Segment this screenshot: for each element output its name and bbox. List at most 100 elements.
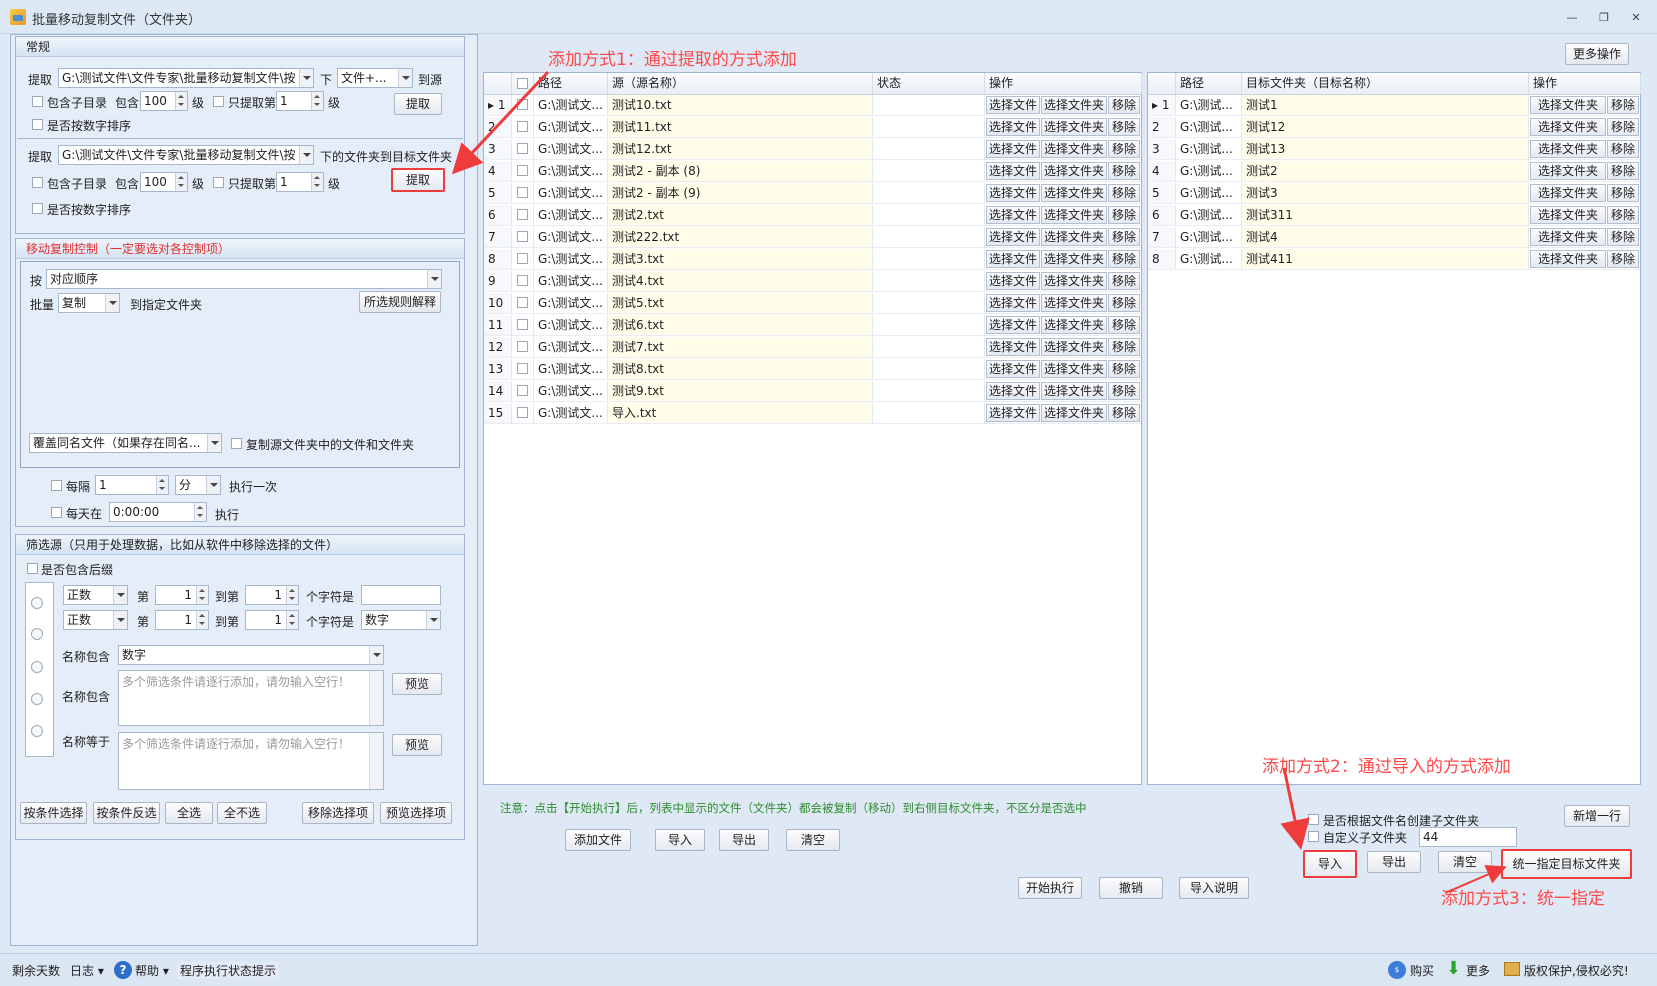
buy-icon[interactable]: $ (1388, 961, 1406, 979)
table-row[interactable]: 10 G:\测试文... 测试5.txt 选择文件 选择文件夹 移除 (484, 293, 1141, 314)
mode-combo-2[interactable]: 正数 (63, 610, 128, 630)
row-path[interactable]: G:\测试文... (534, 161, 608, 181)
select-file-button[interactable]: 选择文件 (986, 162, 1040, 180)
row-source-name[interactable]: 测试7.txt (608, 337, 873, 357)
select-file-button[interactable]: 选择文件 (986, 404, 1040, 422)
unify-target-button[interactable]: 统一指定目标文件夹 (1501, 849, 1632, 879)
select-folder-button[interactable]: 选择文件夹 (1530, 162, 1606, 180)
table-row[interactable]: 5 G:\测试文... 测试2 - 副本 (9) 选择文件 选择文件夹 移除 (484, 183, 1141, 204)
select-folder-button[interactable]: 选择文件夹 (1041, 404, 1107, 422)
row-checkbox-cell[interactable] (512, 205, 534, 225)
select-file-button[interactable]: 选择文件 (986, 206, 1040, 224)
custom-sub-checkbox[interactable] (1308, 831, 1319, 842)
include-sub-checkbox-2[interactable] (32, 177, 43, 188)
remove-row-button[interactable]: 移除 (1108, 272, 1140, 290)
select-folder-button[interactable]: 选择文件夹 (1041, 206, 1107, 224)
table-row[interactable]: 3 G:\测试文... 测试12.txt 选择文件 选择文件夹 移除 (484, 139, 1141, 160)
row-path[interactable]: G:\测试文... (534, 227, 608, 247)
overwrite-combo[interactable]: 覆盖同名文件（如果存在同名... (29, 433, 222, 453)
filter-radio-5[interactable] (31, 725, 43, 737)
remove-row-button[interactable]: 移除 (1607, 140, 1639, 158)
table-row[interactable]: ▸ 1 G:\测试文... 测试10.txt 选择文件 选择文件夹 移除 (484, 95, 1141, 116)
row-path[interactable]: G:\测试文... (534, 293, 608, 313)
header-path[interactable]: 路径 (534, 73, 608, 94)
start-spinner-2[interactable]: 1 (155, 610, 209, 630)
buy-link[interactable]: 购买 (1410, 962, 1434, 979)
more-ops-button[interactable]: 更多操作 (1565, 43, 1629, 65)
remove-row-button[interactable]: 移除 (1108, 184, 1140, 202)
remove-row-button[interactable]: 移除 (1108, 140, 1140, 158)
select-folder-button[interactable]: 选择文件夹 (1041, 338, 1107, 356)
extract-button-2[interactable]: 提取 (391, 168, 445, 192)
row-target-path[interactable]: G:\测试... (1176, 249, 1242, 269)
digit-combo[interactable]: 数字 (361, 610, 441, 630)
select-file-button[interactable]: 选择文件 (986, 294, 1040, 312)
name-equals-textarea[interactable]: 多个筛选条件请逐行添加，请勿输入空行！ (118, 732, 384, 790)
restore-icon[interactable]: ❐ (1594, 10, 1614, 26)
row-checkbox-cell[interactable] (512, 161, 534, 181)
row-target-path[interactable]: G:\测试... (1176, 183, 1242, 203)
end-spinner-1[interactable]: 1 (245, 585, 299, 605)
remove-selected-button[interactable]: 移除选择项 (302, 802, 374, 824)
source-path-combo[interactable]: G:\测试文件\文件专家\批量移动复制文件\按 (58, 68, 314, 88)
remove-row-button[interactable]: 移除 (1108, 294, 1140, 312)
select-folder-button[interactable]: 选择文件夹 (1041, 316, 1107, 334)
select-folder-button[interactable]: 选择文件夹 (1041, 96, 1107, 114)
preview-selected-button[interactable]: 预览选择项 (380, 802, 452, 824)
select-folder-button[interactable]: 选择文件夹 (1041, 118, 1107, 136)
name-contains-combo[interactable]: 数字 (118, 645, 384, 665)
row-target-name[interactable]: 测试411 (1242, 249, 1529, 269)
row-target-name[interactable]: 测试3 (1242, 183, 1529, 203)
select-folder-button[interactable]: 选择文件夹 (1530, 96, 1606, 114)
row-checkbox-cell[interactable] (512, 271, 534, 291)
select-folder-button[interactable]: 选择文件夹 (1041, 184, 1107, 202)
right-export-button[interactable]: 导出 (1367, 851, 1421, 873)
remove-row-button[interactable]: 移除 (1108, 316, 1140, 334)
row-source-name[interactable]: 导入.txt (608, 403, 873, 423)
cancel-button[interactable]: 撤销 (1099, 877, 1163, 899)
remove-row-button[interactable]: 移除 (1607, 162, 1639, 180)
left-import-button[interactable]: 导入 (655, 829, 705, 851)
explain-rules-button[interactable]: 所选规则解释 (359, 291, 441, 313)
table-row[interactable]: 6 G:\测试... 测试311 选择文件夹 移除 (1148, 205, 1640, 226)
row-path[interactable]: G:\测试文... (534, 381, 608, 401)
select-file-button[interactable]: 选择文件 (986, 382, 1040, 400)
row-checkbox-cell[interactable] (512, 359, 534, 379)
row-path[interactable]: G:\测试文... (534, 337, 608, 357)
row-path[interactable]: G:\测试文... (534, 249, 608, 269)
help-icon[interactable]: ? (114, 961, 132, 979)
row-source-name[interactable]: 测试2 - 副本 (9) (608, 183, 873, 203)
select-file-button[interactable]: 选择文件 (986, 140, 1040, 158)
mode-combo-1[interactable]: 正数 (63, 585, 128, 605)
row-checkbox-cell[interactable] (512, 227, 534, 247)
select-file-button[interactable]: 选择文件 (986, 184, 1040, 202)
table-row[interactable]: 2 G:\测试文... 测试11.txt 选择文件 选择文件夹 移除 (484, 117, 1141, 138)
row-checkbox-cell[interactable] (512, 249, 534, 269)
remove-row-button[interactable]: 移除 (1108, 118, 1140, 136)
add-file-button[interactable]: 添加文件 (565, 829, 631, 851)
folder-path-combo[interactable]: G:\测试文件\文件专家\批量移动复制文件\按 (58, 145, 314, 165)
help-menu[interactable]: 帮助 ▾ (135, 962, 169, 979)
create-sub-checkbox[interactable] (1308, 814, 1319, 825)
end-spinner-2[interactable]: 1 (245, 610, 299, 630)
filter-radio-3[interactable] (31, 661, 43, 673)
chars-input-1[interactable] (361, 585, 441, 605)
row-checkbox-cell[interactable] (512, 403, 534, 423)
only-level-spinner[interactable]: 1 (276, 91, 324, 111)
row-target-path[interactable]: G:\测试... (1176, 139, 1242, 159)
only-level-spinner-2[interactable]: 1 (276, 172, 324, 192)
table-row[interactable]: 2 G:\测试... 测试12 选择文件夹 移除 (1148, 117, 1640, 138)
unit-combo[interactable]: 分 (175, 475, 221, 495)
row-path[interactable]: G:\测试文... (534, 271, 608, 291)
row-checkbox-cell[interactable] (512, 315, 534, 335)
header-status[interactable]: 状态 (873, 73, 985, 94)
table-row[interactable]: 6 G:\测试文... 测试2.txt 选择文件 选择文件夹 移除 (484, 205, 1141, 226)
table-row[interactable]: 14 G:\测试文... 测试9.txt 选择文件 选择文件夹 移除 (484, 381, 1141, 402)
row-source-name[interactable]: 测试4.txt (608, 271, 873, 291)
row-source-name[interactable]: 测试222.txt (608, 227, 873, 247)
select-all-button[interactable]: 全选 (165, 802, 213, 824)
close-icon[interactable]: ✕ (1626, 10, 1646, 26)
row-target-path[interactable]: G:\测试... (1176, 117, 1242, 137)
file-type-combo[interactable]: 文件+... (337, 68, 413, 88)
table-row[interactable]: 15 G:\测试文... 导入.txt 选择文件 选择文件夹 移除 (484, 403, 1141, 424)
